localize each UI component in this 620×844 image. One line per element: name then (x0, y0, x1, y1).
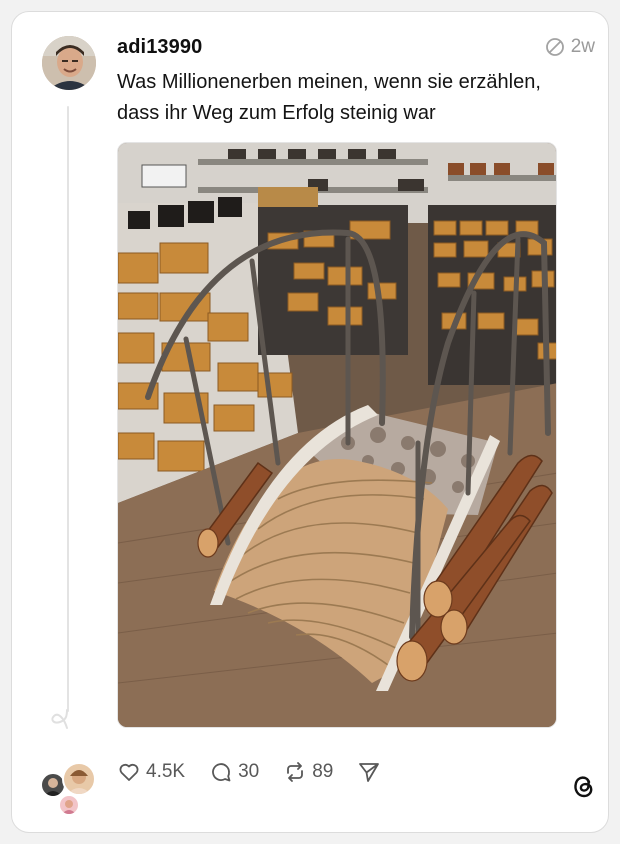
threads-logo-icon[interactable] (570, 772, 596, 800)
author-avatar[interactable] (42, 36, 96, 90)
like-button[interactable]: 4.5K (117, 760, 185, 784)
thread-line (67, 106, 69, 712)
post-text: Was Millionenerben meinen, wenn sie erzä… (117, 71, 541, 124)
post-actions: 4.5K 30 89 (117, 758, 405, 786)
post-meta: 2w (545, 36, 595, 58)
thread-loop-icon (51, 709, 68, 729)
repost-count: 89 (312, 761, 334, 782)
clock-slash-icon (545, 38, 564, 56)
post-image[interactable] (117, 142, 557, 728)
reply-avatar (58, 794, 80, 816)
speech-bubble-icon (212, 763, 231, 782)
reply-button[interactable]: 30 (209, 760, 259, 784)
author-username[interactable]: adi13990 (117, 36, 202, 59)
like-count: 4.5K (146, 761, 186, 782)
reply-count: 30 (238, 761, 260, 782)
reply-avatar (62, 762, 96, 796)
repost-button[interactable]: 89 (283, 760, 333, 784)
send-icon (359, 763, 380, 782)
reply-avatars[interactable] (40, 760, 100, 816)
share-button[interactable] (357, 760, 381, 784)
repost-arrows-icon (287, 762, 304, 782)
post-time: 2w (570, 36, 595, 57)
heart-icon (119, 763, 139, 781)
